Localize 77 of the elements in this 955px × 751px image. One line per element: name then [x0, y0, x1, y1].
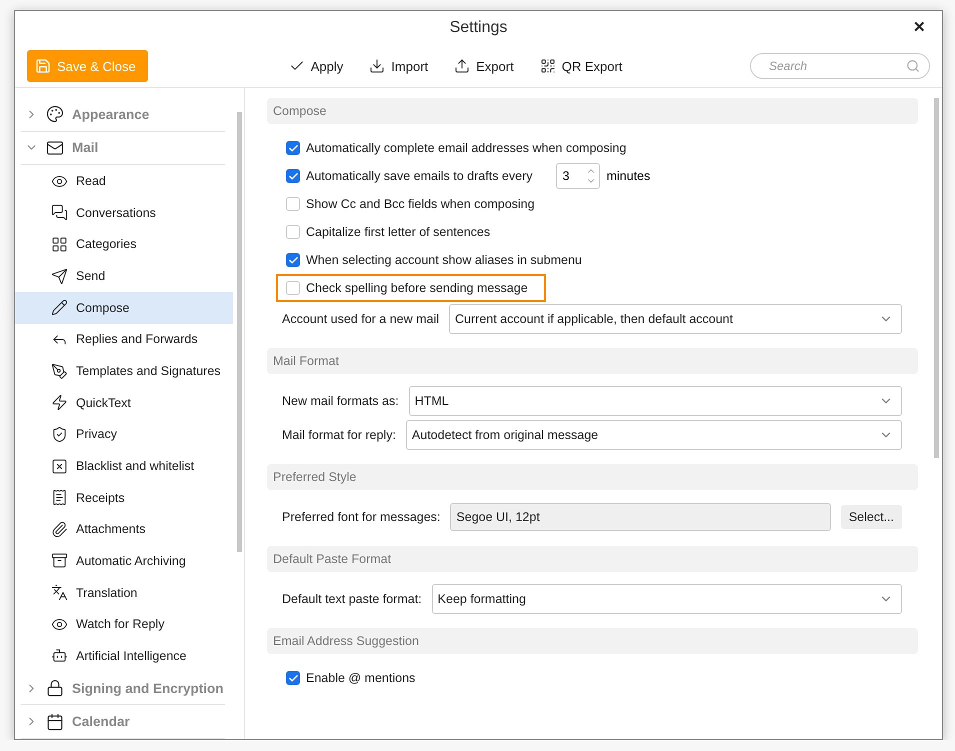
shield-icon [51, 426, 68, 443]
field-label: New mail formats as: [282, 394, 399, 408]
pencil-icon [51, 299, 68, 316]
sidebar-item[interactable]: Blacklist and whitelist [15, 450, 233, 482]
lightning-icon [51, 394, 68, 412]
section-header: Email Address Suggestion [267, 628, 918, 654]
select-button[interactable]: Select... [840, 505, 902, 529]
sidebar-item[interactable]: Automatic Archiving [15, 545, 233, 577]
sidebar-group[interactable]: Appearance [21, 98, 225, 132]
sidebar-item[interactable]: Attachments [15, 514, 233, 546]
robot-icon [51, 647, 68, 664]
padlock-icon [46, 679, 64, 698]
checkbox-option[interactable]: Check spelling before sending message [276, 274, 546, 302]
checkmark-icon [288, 142, 298, 154]
download-icon [369, 58, 386, 74]
toolbar-button[interactable]: Apply [288, 58, 344, 74]
checkbox-option[interactable]: When selecting account show aliases in submenu [276, 246, 600, 274]
upload-icon [454, 58, 470, 74]
field-label: Account used for a new mail [282, 312, 440, 326]
sidebar-group[interactable]: Calendar [21, 705, 225, 739]
box-x-icon [51, 458, 68, 475]
sidebar-item[interactable]: Read [15, 165, 233, 197]
sidebar-item[interactable]: Compose [15, 292, 233, 324]
checkbox-option[interactable]: Automatically complete email addresses when composing [276, 134, 644, 162]
unit-label: minutes [606, 169, 650, 183]
field-label: Default text paste format: [282, 592, 422, 606]
search-field[interactable]: Search [750, 53, 930, 79]
toolbar-button[interactable]: Export [454, 58, 514, 74]
sidebar-item[interactable]: Artificial Intelligence [15, 640, 233, 672]
sidebar-item[interactable]: Replies and Forwards [15, 324, 233, 356]
dropdown[interactable]: Autodetect from original message [406, 420, 902, 450]
dropdown[interactable]: HTML [408, 386, 902, 416]
checkbox-option[interactable]: Automatically save emails to drafts every [276, 162, 550, 190]
font-field: Segoe UI, 12pt [450, 503, 831, 531]
sidebar-group[interactable]: Mail [21, 132, 225, 166]
close-button[interactable]: ✕ [907, 17, 932, 37]
paper-plane-icon [51, 268, 68, 285]
sidebar-item[interactable]: Categories [15, 228, 233, 260]
checkmark-icon [288, 672, 298, 684]
checkmark-icon [288, 170, 298, 182]
toolbar-button[interactable]: Import [369, 58, 428, 74]
translate-icon [51, 584, 68, 602]
calendar-icon [46, 712, 64, 731]
receipt-icon [51, 489, 68, 506]
paperclip-icon [51, 520, 68, 538]
palette-icon [46, 105, 64, 124]
pen-nib-icon [51, 362, 68, 380]
number-spinner[interactable]: 3 [556, 163, 600, 189]
section-header: Mail Format [267, 348, 918, 374]
section-header: Default Paste Format [267, 546, 918, 572]
window-title: Settings [450, 19, 508, 37]
envelope-icon [46, 138, 64, 157]
sidebar-item[interactable]: Conversations [15, 196, 233, 229]
sidebar-item[interactable]: Receipts [15, 482, 233, 514]
checkmark-icon [288, 254, 298, 266]
dropdown[interactable]: Keep formatting [432, 584, 902, 614]
checkbox-option[interactable]: Capitalize first letter of sentences [276, 218, 508, 246]
section-header: Compose [267, 98, 918, 124]
sidebar-item[interactable]: Translation [15, 576, 233, 608]
search-icon [906, 59, 920, 73]
field-label: Mail format for reply: [282, 428, 396, 442]
chat-bubbles-icon [51, 204, 68, 222]
qr-code-icon [540, 58, 556, 74]
field-label: Preferred font for messages: [282, 510, 440, 524]
grid-icon [51, 236, 68, 253]
section-header: Preferred Style [267, 464, 918, 490]
toolbar-button[interactable]: QR Export [540, 58, 622, 74]
sidebar-group[interactable]: Signing and Encryption [21, 672, 225, 706]
checkbox-option[interactable]: Enable @ mentions [276, 664, 434, 692]
archive-box-icon [51, 552, 68, 570]
sidebar-item[interactable]: Send [15, 260, 233, 292]
sidebar-item[interactable]: Privacy [15, 418, 233, 450]
sidebar-item[interactable]: Watch for Reply [15, 608, 233, 640]
sidebar-item[interactable]: Templates and Signatures [15, 355, 233, 387]
checkbox-option[interactable]: Show Cc and Bcc fields when composing [276, 190, 553, 218]
dropdown[interactable]: Current account if applicable, then default account [449, 304, 902, 334]
sidebar-item[interactable]: QuickText [15, 386, 233, 419]
